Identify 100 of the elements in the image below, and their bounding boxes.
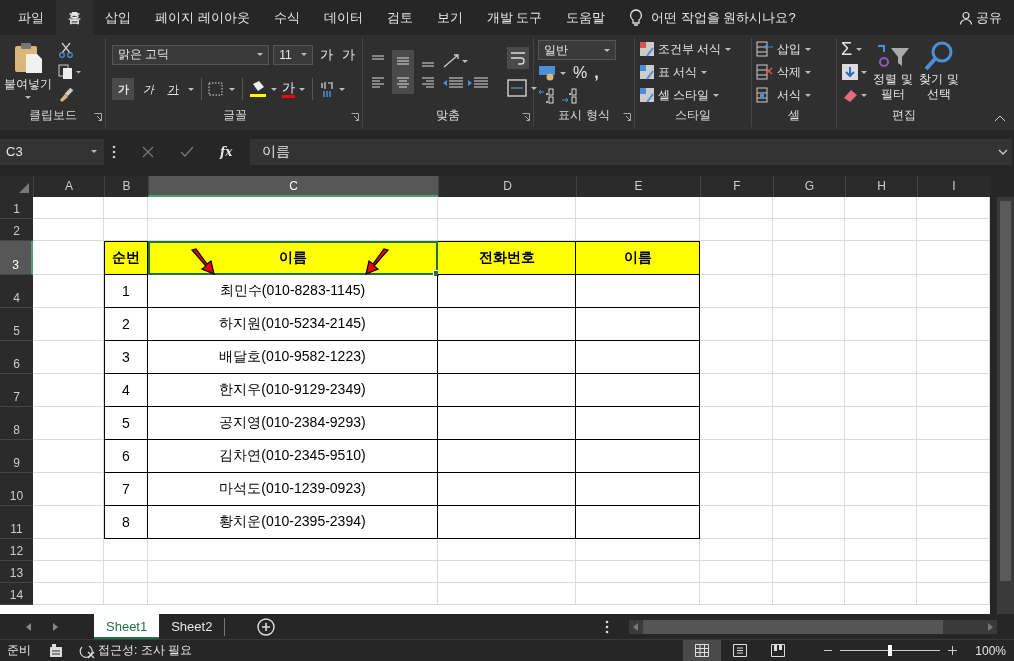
dialog-launcher-icon[interactable] xyxy=(94,112,102,121)
scroll-right-icon[interactable] xyxy=(987,622,993,631)
table-cell[interactable] xyxy=(438,406,576,440)
table-cell[interactable]: 이름 xyxy=(148,240,438,275)
grid-cell[interactable] xyxy=(148,560,438,583)
find-select-button[interactable]: 찾기 및 선택 xyxy=(917,72,961,102)
table-cell[interactable]: 최민수(010-8283-1145) xyxy=(148,274,438,308)
grid-cell[interactable] xyxy=(438,560,576,583)
row-header[interactable]: 11 xyxy=(0,505,33,539)
cells-menu-button[interactable]: 삭제 xyxy=(777,63,801,81)
grid-cell[interactable] xyxy=(773,196,845,219)
style-icon[interactable] xyxy=(639,87,655,104)
formula-input[interactable]: 이름 xyxy=(250,138,1012,165)
styles-menu-button[interactable]: 조건부 서식 xyxy=(658,40,722,58)
grid-cell[interactable] xyxy=(845,538,917,561)
grid-cell[interactable] xyxy=(773,439,845,473)
macro-record-icon[interactable] xyxy=(49,643,63,658)
grid-cell[interactable] xyxy=(917,406,990,440)
column-header[interactable]: D xyxy=(438,175,576,197)
grid-cell[interactable] xyxy=(148,196,438,219)
grid-cell[interactable] xyxy=(438,218,576,241)
horizontal-scrollbar[interactable] xyxy=(629,619,997,634)
scissors-icon[interactable] xyxy=(58,42,74,58)
grid-cell[interactable] xyxy=(845,240,917,275)
column-header[interactable]: H xyxy=(845,175,917,197)
grid-cell[interactable] xyxy=(917,439,990,473)
grid-cell[interactable] xyxy=(845,560,917,583)
grid-cell[interactable] xyxy=(148,218,438,241)
grid-cell[interactable] xyxy=(917,505,990,539)
cells-icon[interactable] xyxy=(756,64,774,81)
paintbrush-icon[interactable] xyxy=(58,86,74,102)
more-icon[interactable] xyxy=(605,619,609,634)
ribbon-tab[interactable]: 페이지 레이아웃 xyxy=(143,0,262,35)
ribbon-tab[interactable]: 보기 xyxy=(424,0,475,35)
border-icon[interactable] xyxy=(208,81,236,98)
comma-button[interactable]: , xyxy=(592,64,601,83)
grid-cell[interactable] xyxy=(917,307,990,341)
vertical-scrollbar[interactable] xyxy=(997,196,1014,614)
ribbon-tab[interactable]: 개발 도구 xyxy=(474,0,555,35)
table-cell[interactable]: 김차연(010-2345-9510) xyxy=(148,439,438,473)
grow-font-button[interactable]: 가 xyxy=(317,45,336,64)
table-cell[interactable] xyxy=(438,373,576,407)
table-cell[interactable]: 8 xyxy=(104,505,148,539)
shrink-font-button[interactable]: 가 xyxy=(339,45,358,64)
styles-menu-button[interactable]: 표 서식 xyxy=(658,63,698,81)
fill-color-icon[interactable] xyxy=(249,80,279,99)
grid-cell[interactable] xyxy=(917,196,990,219)
scroll-right-icon[interactable] xyxy=(52,622,58,631)
row-header[interactable]: 8 xyxy=(0,406,33,440)
grid-cell[interactable] xyxy=(576,560,700,583)
table-cell[interactable]: 6 xyxy=(104,439,148,473)
grid-cell[interactable] xyxy=(700,406,773,440)
share-button[interactable]: 공유 xyxy=(976,8,1002,27)
caret-icon[interactable] xyxy=(804,92,812,98)
table-cell[interactable] xyxy=(576,505,700,539)
table-cell[interactable] xyxy=(576,373,700,407)
grid-cell[interactable] xyxy=(33,274,104,308)
grid-cell[interactable] xyxy=(773,406,845,440)
accessibility-status[interactable]: 접근성: 조사 필요 xyxy=(98,642,192,659)
row-header[interactable]: 6 xyxy=(0,340,33,374)
table-cell[interactable] xyxy=(576,340,700,374)
grid-cell[interactable] xyxy=(917,560,990,583)
autosum-button[interactable]: Σ xyxy=(841,40,853,59)
table-cell[interactable] xyxy=(438,505,576,539)
caret-icon[interactable] xyxy=(298,86,306,92)
grid-cell[interactable] xyxy=(917,582,990,605)
copy-icon[interactable] xyxy=(58,64,82,80)
scrollbar-thumb[interactable] xyxy=(643,619,943,634)
grid-cell[interactable] xyxy=(917,373,990,407)
italic-button[interactable]: 가 xyxy=(137,78,159,101)
collapse-ribbon-icon[interactable] xyxy=(994,114,1006,122)
grid-cell[interactable] xyxy=(773,240,845,275)
merge-center-icon[interactable] xyxy=(507,79,539,98)
grid-cell[interactable] xyxy=(33,307,104,341)
wrap-text-icon[interactable] xyxy=(507,47,529,70)
underline-button[interactable]: 가 xyxy=(162,78,184,101)
grid-cell[interactable] xyxy=(845,218,917,241)
grid-cell[interactable] xyxy=(917,340,990,374)
sort-filter-button[interactable]: 정렬 및 필터 xyxy=(871,72,915,102)
grid-cell[interactable] xyxy=(33,406,104,440)
caret-icon[interactable] xyxy=(603,47,611,53)
cancel-icon[interactable] xyxy=(142,145,154,158)
grid-cell[interactable] xyxy=(700,218,773,241)
grid-cell[interactable] xyxy=(917,240,990,275)
table-cell[interactable] xyxy=(438,340,576,374)
grid-cell[interactable] xyxy=(104,196,148,219)
caret-icon[interactable] xyxy=(724,46,733,52)
grid-cell[interactable] xyxy=(104,582,148,605)
ribbon-tab[interactable]: 홈 xyxy=(56,0,93,35)
ribbon-tab[interactable]: 수식 xyxy=(261,0,312,35)
grid-cell[interactable] xyxy=(33,218,104,241)
grid-cell[interactable] xyxy=(148,582,438,605)
grid-cell[interactable] xyxy=(33,373,104,407)
grid-cell[interactable] xyxy=(700,373,773,407)
column-header[interactable]: F xyxy=(700,175,773,197)
grid-cell[interactable] xyxy=(700,472,773,506)
grid-cell[interactable] xyxy=(773,274,845,308)
grid-cell[interactable] xyxy=(700,505,773,539)
row-header[interactable]: 12 xyxy=(0,538,33,561)
grid-cell[interactable] xyxy=(845,406,917,440)
